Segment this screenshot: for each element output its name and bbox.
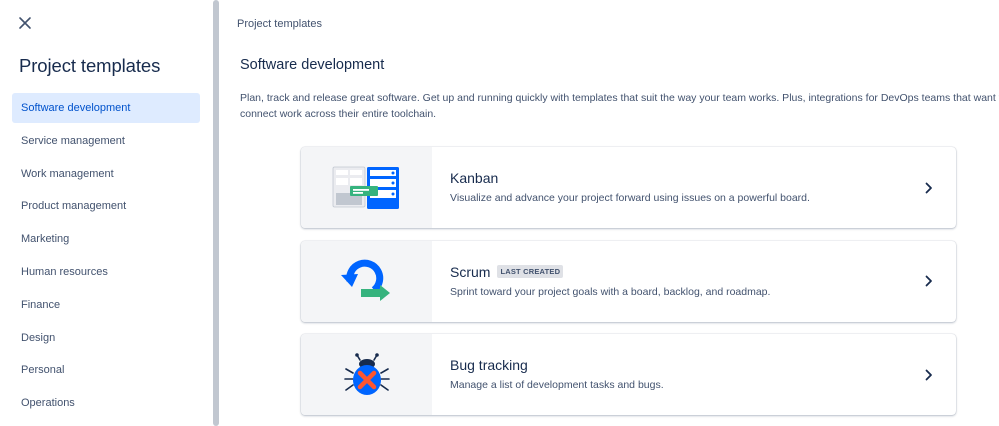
- sidebar-item-design[interactable]: Design: [12, 323, 200, 353]
- sidebar-item-finance[interactable]: Finance: [12, 290, 200, 320]
- card-title: Bug tracking: [450, 357, 528, 373]
- sidebar-title: Project templates: [19, 55, 161, 76]
- template-list: Kanban Visualize and advance your projec…: [301, 147, 956, 426]
- template-card-kanban[interactable]: Kanban Visualize and advance your projec…: [301, 147, 956, 228]
- template-card-bug-tracking[interactable]: Bug tracking Manage a list of developmen…: [301, 334, 956, 415]
- card-title: Scrum: [450, 263, 491, 280]
- sidebar-item-software-development[interactable]: Software development: [12, 93, 200, 123]
- scrollbar-thumb[interactable]: [213, 0, 219, 426]
- sidebar-item-human-resources[interactable]: Human resources: [12, 257, 200, 287]
- status-badge: LAST CREATED: [497, 265, 564, 278]
- kanban-board-illustration: [301, 147, 432, 228]
- sidebar-item-personal[interactable]: Personal: [12, 355, 200, 385]
- template-card-scrum[interactable]: Scrum LAST CREATED Sprint toward your pr…: [301, 240, 956, 322]
- template-sidebar: Project templates Software development S…: [0, 0, 212, 426]
- main-panel: Project templates Software development P…: [220, 0, 999, 426]
- scrum-cycle-illustration: [301, 240, 432, 322]
- sidebar-scrollbar[interactable]: [212, 0, 220, 426]
- bug-illustration: [301, 334, 432, 415]
- card-description: Manage a list of development tasks and b…: [450, 379, 664, 391]
- sidebar-item-service-management[interactable]: Service management: [12, 126, 200, 156]
- section-description: Plan, track and release great software. …: [240, 92, 999, 120]
- card-description: Visualize and advance your project forwa…: [450, 192, 810, 204]
- card-title: Kanban: [450, 170, 499, 186]
- sidebar-item-operations[interactable]: Operations: [12, 388, 200, 418]
- sidebar-item-work-management[interactable]: Work management: [12, 159, 200, 189]
- chevron-right-icon: [922, 274, 936, 288]
- chevron-right-icon: [922, 368, 936, 382]
- breadcrumb[interactable]: Project templates: [237, 18, 322, 30]
- chevron-right-icon: [922, 181, 936, 195]
- category-nav: Software development Service management …: [12, 93, 200, 421]
- page-title: Software development: [240, 57, 385, 73]
- card-description: Sprint toward your project goals with a …: [450, 285, 771, 298]
- sidebar-item-marketing[interactable]: Marketing: [12, 224, 200, 254]
- close-icon[interactable]: [14, 12, 36, 34]
- sidebar-item-product-management[interactable]: Product management: [12, 191, 200, 221]
